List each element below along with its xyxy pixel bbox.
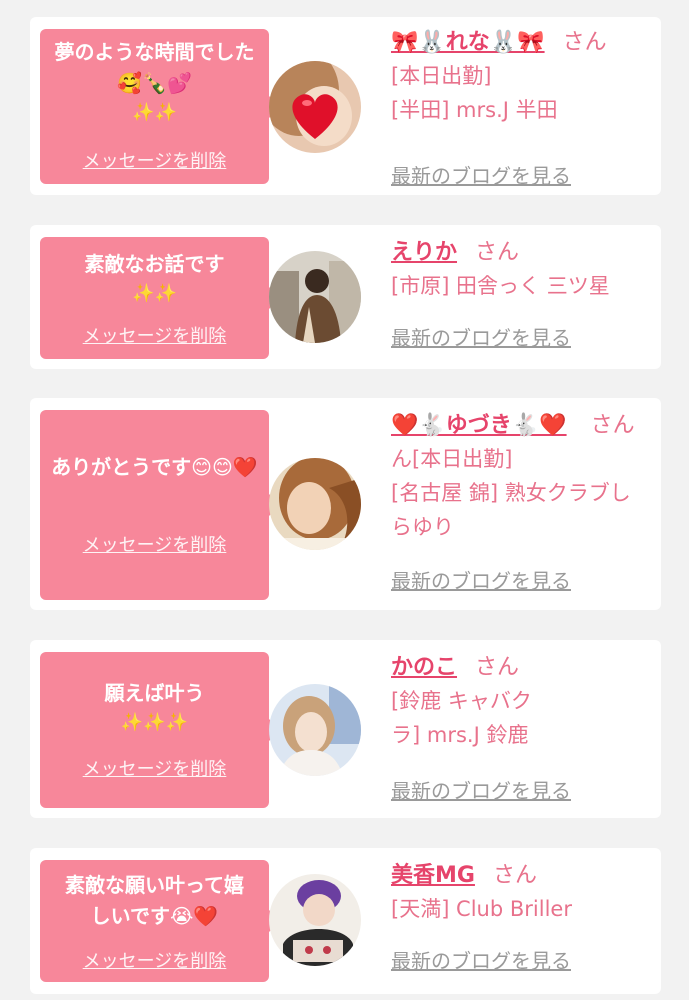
message-text: 夢のような時間でした🥰🍾💕 (54, 40, 255, 95)
status-text: ん[本日出勤] (391, 447, 513, 471)
girl-info: 🎀🐰れな🐰🎀 さん [本日出勤] [半田] mrs.J 半田 最新のブログを見る (391, 27, 646, 188)
message-card: 素敵なお話です ✨✨ メッセージを削除 えりか さん [市原] 田舎っく 三ツ星 … (30, 225, 661, 369)
latest-blog-link[interactable]: 最新のブログを見る (391, 568, 571, 594)
message-card: 夢のような時間でした🥰🍾💕 ✨✨ メッセージを削除 🎀🐰れな🐰🎀 さん [本日出勤… (30, 17, 661, 195)
message-text: 願えば叶う (104, 681, 205, 705)
delete-message-link[interactable]: メッセージを削除 (40, 950, 269, 974)
message-card: 素敵な願い叶って嬉しいです😭❤️ メッセージを削除 美香MG さん [天満] Cl… (30, 848, 661, 994)
message-bubble: 願えば叶う ✨✨✨ メッセージを削除 (40, 652, 280, 808)
girl-name-link[interactable]: えりか (391, 240, 457, 265)
girl-info: 美香MG さん [天満] Club Briller 最新のブログを見る (391, 860, 646, 973)
message-bubble: ありがとうです😊😊❤️ メッセージを削除 (40, 410, 280, 600)
avatar[interactable] (269, 458, 361, 550)
shop-text: [名古屋 錦] 熟女クラブしらゆり (391, 481, 631, 539)
name-row: 🎀🐰れな🐰🎀 さん (391, 27, 646, 59)
shop-text: [半田] mrs.J 半田 (391, 98, 558, 122)
message-text: 素敵なお話です (84, 252, 225, 276)
girl-name-link[interactable]: 美香MG (391, 863, 475, 888)
san-label: さん (475, 240, 520, 265)
status-text: [本日出勤] (391, 64, 492, 88)
latest-blog-link[interactable]: 最新のブログを見る (391, 778, 571, 804)
message-card: ありがとうです😊😊❤️ メッセージを削除 ❤️🐇ゆづき🐇❤️ さん ん[本日出勤]… (30, 398, 661, 610)
san-label: さん (590, 413, 635, 438)
san-label: さん (562, 30, 607, 55)
message-card: 願えば叶う ✨✨✨ メッセージを削除 かのこ さん [鈴鹿 キャバクラ] mrs.… (30, 640, 661, 818)
girl-name-link[interactable]: かのこ (391, 655, 457, 680)
delete-message-link[interactable]: メッセージを削除 (40, 534, 269, 558)
shop-text: [市原] 田舎っく 三ツ星 (391, 274, 610, 298)
san-label: さん (492, 863, 537, 888)
latest-blog-link[interactable]: 最新のブログを見る (391, 948, 571, 974)
message-text: 素敵な願い叶って嬉しいです😭❤️ (65, 873, 244, 928)
girl-name-link[interactable]: ❤️🐇ゆづき🐇❤️ (391, 413, 567, 438)
avatar[interactable] (269, 874, 361, 966)
name-row: かのこ さん (391, 652, 646, 684)
message-emoji: ✨✨ (132, 102, 177, 123)
avatar[interactable] (269, 684, 361, 776)
message-bubble: 素敵なお話です ✨✨ メッセージを削除 (40, 237, 280, 359)
girl-info: かのこ さん [鈴鹿 キャバクラ] mrs.J 鈴鹿 最新のブログを見る (391, 652, 646, 803)
shop-text: [鈴鹿 キャバクラ] mrs.J 鈴鹿 (391, 689, 532, 747)
girl-info: えりか さん [市原] 田舎っく 三ツ星 最新のブログを見る (391, 237, 646, 350)
latest-blog-link[interactable]: 最新のブログを見る (391, 163, 571, 189)
delete-message-link[interactable]: メッセージを削除 (40, 325, 269, 349)
message-emoji: ✨✨ (132, 283, 177, 304)
san-label: さん (475, 655, 520, 680)
latest-blog-link[interactable]: 最新のブログを見る (391, 325, 571, 351)
name-row: ❤️🐇ゆづき🐇❤️ さん (391, 410, 646, 442)
name-row: 美香MG さん (391, 860, 646, 892)
message-emoji: ✨✨✨ (120, 712, 189, 733)
girl-name-link[interactable]: 🎀🐰れな🐰🎀 (391, 30, 545, 55)
delete-message-link[interactable]: メッセージを削除 (40, 758, 269, 782)
message-bubble: 夢のような時間でした🥰🍾💕 ✨✨ メッセージを削除 (40, 29, 280, 184)
avatar[interactable] (269, 61, 361, 153)
message-bubble: 素敵な願い叶って嬉しいです😭❤️ メッセージを削除 (40, 860, 280, 982)
shop-text: [天満] Club Briller (391, 897, 572, 921)
delete-message-link[interactable]: メッセージを削除 (40, 150, 269, 174)
girl-info: ❤️🐇ゆづき🐇❤️ さん ん[本日出勤] [名古屋 錦] 熟女クラブしらゆり 最新… (391, 410, 646, 593)
name-row: えりか さん (391, 237, 646, 269)
message-text: ありがとうです😊😊❤️ (51, 455, 258, 479)
avatar[interactable] (269, 251, 361, 343)
